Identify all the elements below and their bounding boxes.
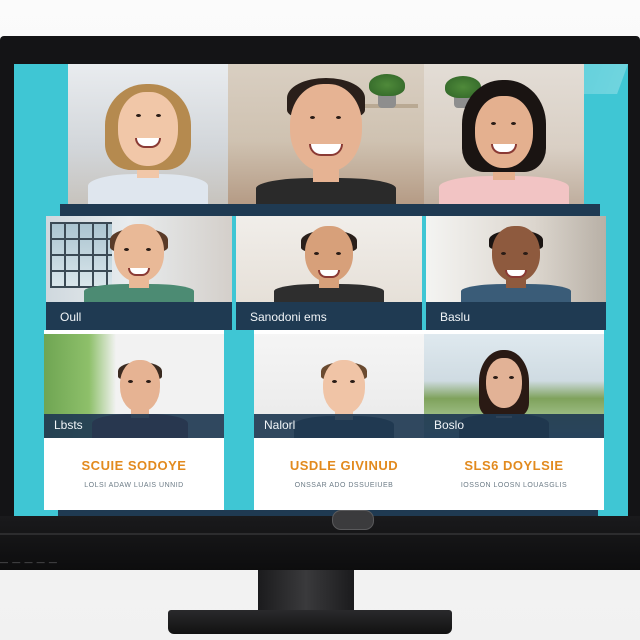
caption-subline: ONSSAR ADO DSSUEIUEB — [294, 482, 394, 489]
caption-headline: SLS6 DOYLSIE — [464, 458, 564, 473]
participant-avatar — [274, 222, 384, 302]
gallery-row-3: Lbsts SCUIE SODOYE LOLSI ADAW LUAIS UNNI… — [44, 330, 604, 510]
participant-name-label: Sanodoni ems — [250, 310, 327, 324]
video-tile-baslu[interactable]: Baslu — [426, 216, 606, 330]
chin-divider — [0, 533, 640, 535]
participant-name-label: Lbsts — [54, 418, 83, 432]
participant-avatar — [84, 218, 194, 302]
caption-headline: USDLE GIVINUD — [289, 458, 399, 473]
caption-headline: SCUIE SODOYE — [81, 458, 187, 473]
monitor-stand-base — [168, 610, 452, 634]
video-tile-lbsts[interactable]: Lbsts SCUIE SODOYE LOLSI ADAW LUAIS UNNI… — [44, 330, 224, 510]
video-feed — [236, 216, 422, 302]
video-tile-nalorl[interactable]: Nalorl USDLE GIVINUD ONSSAR ADO DSSUEIUE… — [254, 330, 434, 510]
gallery-divider — [60, 204, 600, 216]
participant-avatar — [88, 74, 208, 204]
participant-name-label: Oull — [60, 310, 82, 324]
video-call-screen: Oull Sanodoni ems Baslu Lbsts SCUIE SODO… — [14, 64, 628, 516]
caption-subline: IOSSON LOOSN LOUASGLIS — [460, 482, 568, 489]
video-feed — [426, 216, 606, 302]
video-feed — [46, 216, 232, 302]
video-tile-sanodoni[interactable]: Sanodoni ems — [236, 216, 422, 330]
video-tile-boslo[interactable]: Boslo SLS6 DOYLSIE IOSSON LOOSN LOUASGLI… — [424, 330, 604, 510]
video-tile-participant-3[interactable] — [424, 64, 584, 204]
participant-avatar — [461, 222, 571, 302]
participant-name-label: Nalorl — [264, 418, 296, 432]
video-tile-participant-2[interactable] — [228, 64, 424, 204]
video-tile-participant-1[interactable] — [68, 64, 228, 204]
participant-avatar — [256, 68, 396, 204]
participant-name-label: Baslu — [440, 310, 471, 324]
participant-name-label: Boslo — [434, 418, 465, 432]
gallery-row-2: Oull Sanodoni ems Baslu — [46, 216, 606, 330]
speaker-row — [68, 64, 584, 204]
webcam-icon — [332, 510, 374, 530]
caption-subline: LOLSI ADAW LUAIS UNNID — [84, 482, 184, 489]
participant-avatar — [439, 76, 569, 204]
video-tile-oull[interactable]: Oull — [46, 216, 232, 330]
monitor-stand-neck — [258, 570, 354, 614]
monitor-chin — [0, 516, 640, 570]
monitor-brand-text: — — — — — — [0, 558, 58, 567]
